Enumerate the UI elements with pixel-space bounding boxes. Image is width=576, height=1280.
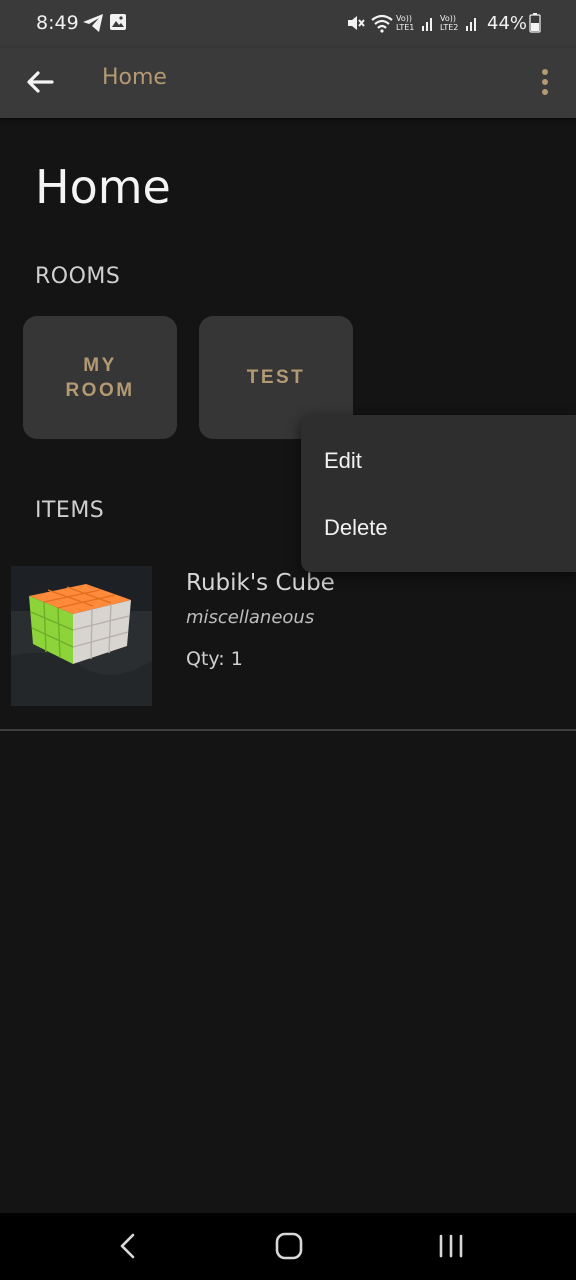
status-bar: 8:49 Vo)) LTE1 Vo)) LTE2 44% xyxy=(0,0,576,48)
item-thumbnail xyxy=(11,566,152,706)
rooms-section-label: ROOMS xyxy=(35,264,121,289)
context-menu: Edit Delete xyxy=(301,415,576,572)
signal-2-label: Vo)) xyxy=(440,14,456,23)
room-card-label: MY ROOM xyxy=(65,354,135,401)
signal-icon: Vo)) LTE1 xyxy=(396,14,432,32)
page-title: Home xyxy=(35,160,171,214)
list-divider xyxy=(0,729,576,731)
telegram-icon xyxy=(83,14,103,32)
gallery-icon xyxy=(110,14,126,30)
nav-recents-icon[interactable] xyxy=(437,1231,465,1261)
svg-text:LTE1: LTE1 xyxy=(396,23,414,32)
app-bar: Home xyxy=(0,48,576,118)
room-card-my-room[interactable]: MY ROOM xyxy=(23,316,177,439)
nav-back-icon[interactable] xyxy=(116,1231,140,1261)
arrow-back-icon[interactable] xyxy=(24,66,56,98)
item-row[interactable]: Rubik's Cube miscellaneous Qty: 1 xyxy=(0,555,576,730)
status-time: 8:49 xyxy=(36,12,79,34)
signal-1-label: Vo)) xyxy=(396,14,412,23)
more-vert-icon[interactable] xyxy=(531,66,559,98)
item-category: miscellaneous xyxy=(186,607,315,628)
menu-item-delete[interactable]: Delete xyxy=(301,498,576,558)
signal-icon: Vo)) LTE2 xyxy=(440,14,476,32)
room-card-label: TEST xyxy=(246,367,306,388)
battery-percentage: 44% xyxy=(487,13,528,34)
battery-icon xyxy=(529,13,541,33)
app-bar-title: Home xyxy=(102,65,167,90)
wifi-icon xyxy=(371,14,393,33)
items-section-label: ITEMS xyxy=(35,498,105,523)
mute-icon xyxy=(348,16,365,30)
item-name: Rubik's Cube xyxy=(186,570,335,596)
svg-text:LTE2: LTE2 xyxy=(440,23,458,32)
nav-home-icon[interactable] xyxy=(274,1231,304,1261)
item-quantity: Qty: 1 xyxy=(186,648,243,670)
menu-item-edit[interactable]: Edit xyxy=(301,431,576,491)
system-navigation-bar xyxy=(0,1213,576,1280)
